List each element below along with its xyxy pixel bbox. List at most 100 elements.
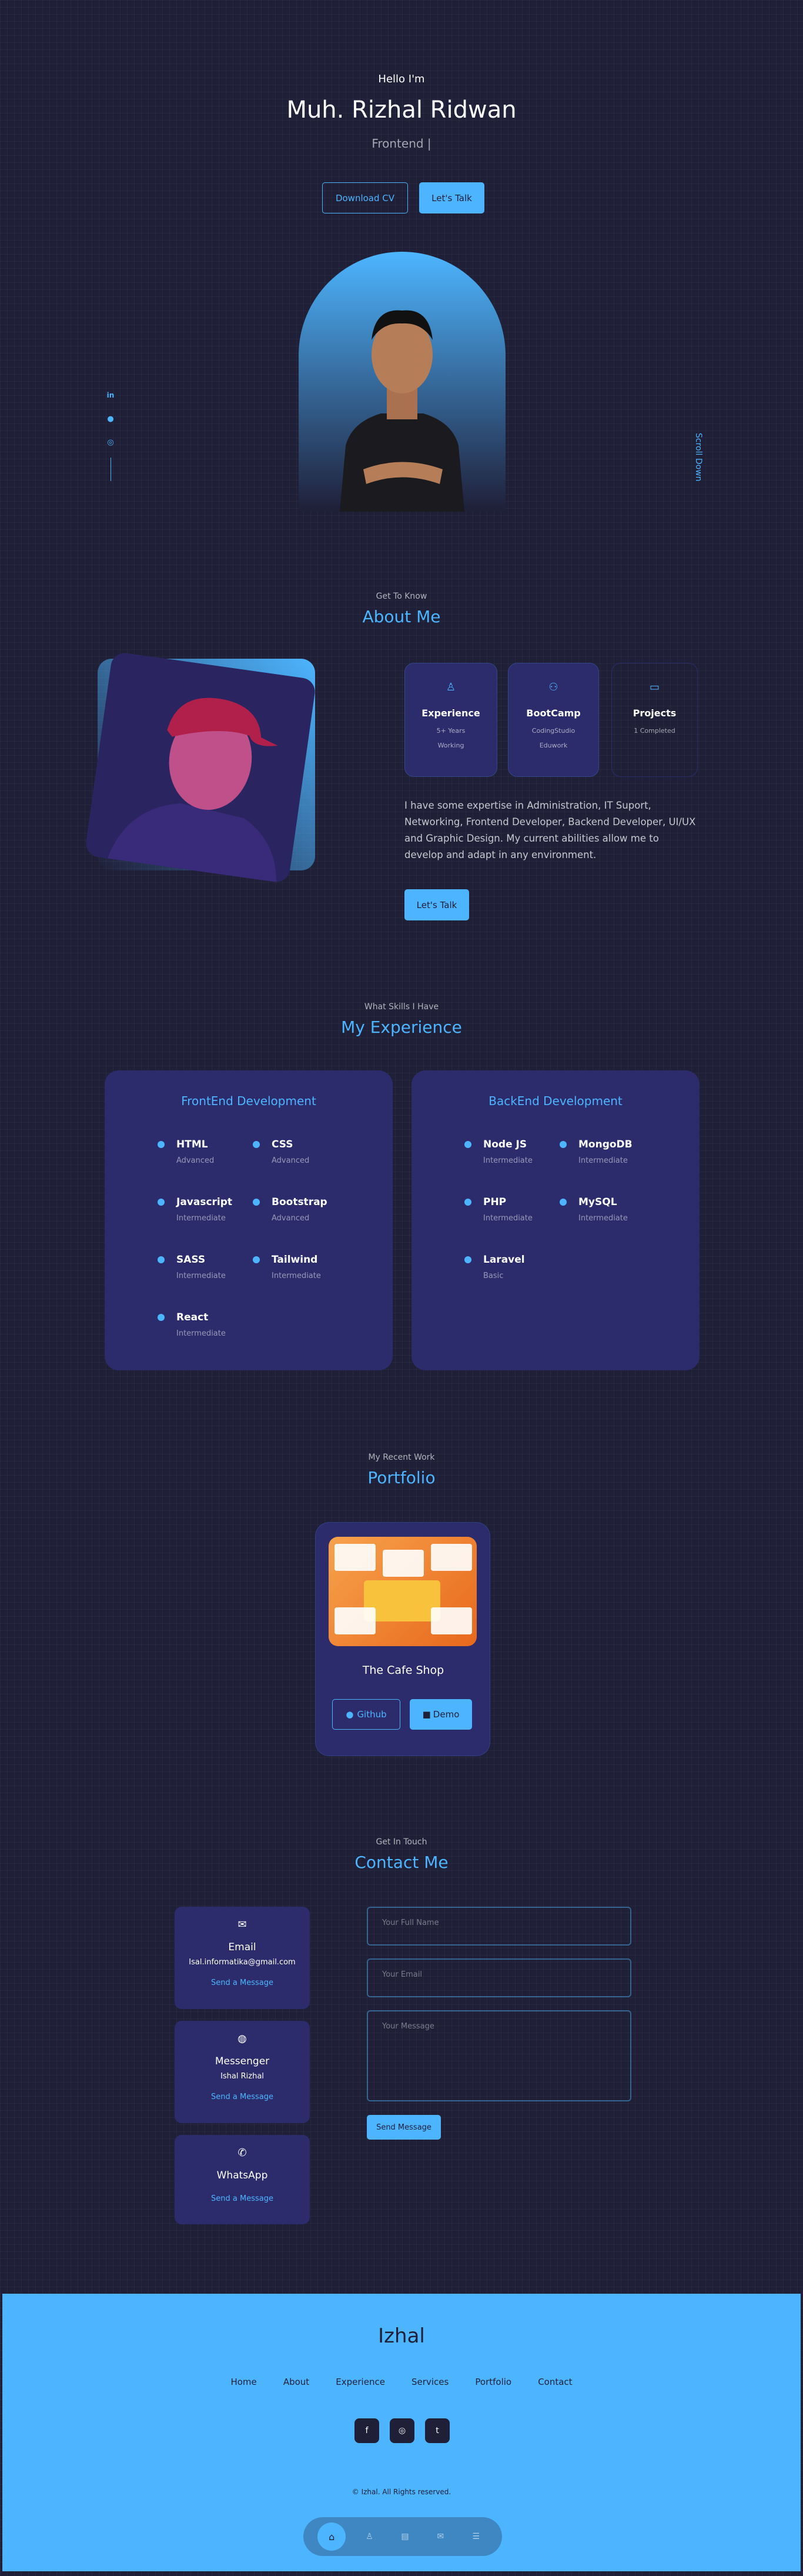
- scroll-down-link[interactable]: Scroll Down: [694, 433, 703, 503]
- backend-card: BackEnd Development Node JS Intermediate …: [411, 1070, 700, 1370]
- about-card-projects: ▭ Projects 1 Completed: [611, 663, 698, 777]
- skill-level: Advanced: [176, 1156, 215, 1165]
- video-icon: ■: [422, 1709, 431, 1720]
- list-icon[interactable]: ☰: [464, 2525, 488, 2548]
- footer-nav-contact[interactable]: Contact: [538, 2377, 572, 2387]
- contact-send-link[interactable]: Send a Message: [175, 2194, 310, 2203]
- folder-icon: ▭: [649, 681, 660, 693]
- skill-level: Intermediate: [176, 1214, 226, 1223]
- skill-name: MySQL: [578, 1196, 617, 1208]
- skill-item: MySQL Intermediate: [560, 1196, 672, 1223]
- footer-socials: f ◎ t: [354, 2418, 450, 2443]
- footer-nav-services[interactable]: Services: [411, 2377, 449, 2387]
- contact-send-link[interactable]: Send a Message: [175, 2093, 310, 2101]
- dribbble-icon[interactable]: ◎: [105, 435, 116, 449]
- skill-name: Laravel: [483, 1254, 525, 1266]
- about-card-title: BootCamp: [526, 708, 581, 719]
- footer-copyright: © Izhal. All Rights reserved.: [352, 2488, 451, 2496]
- skill-item: Laravel Basic: [464, 1254, 577, 1280]
- footer-nav-portfolio[interactable]: Portfolio: [475, 2377, 511, 2387]
- skill-level: Intermediate: [483, 1214, 533, 1223]
- skill-item: Tailwind Intermediate: [253, 1254, 366, 1280]
- contact-option-title: WhatsApp: [216, 2170, 268, 2181]
- twitter-icon[interactable]: t: [425, 2418, 450, 2443]
- footer-nav-about[interactable]: About: [283, 2377, 309, 2387]
- about-card-experience: ♙ Experience 5+ Years Working: [404, 663, 497, 777]
- skill-name: React: [176, 1312, 209, 1323]
- experience-title: My Experience: [341, 1017, 462, 1037]
- about-card-title: Experience: [421, 708, 480, 719]
- about-image: [84, 651, 317, 884]
- linkedin-icon[interactable]: in: [105, 388, 116, 402]
- bottom-nav: ⌂ ♙ ▤ ✉ ☰: [303, 2517, 502, 2556]
- send-message-button[interactable]: Send Message: [367, 2115, 441, 2140]
- about-card-line: CodingStudio: [531, 727, 576, 735]
- contact-option-email: ✉ Email Isal.informatika@gmail.com Send …: [175, 1907, 310, 2009]
- messenger-icon: ◍: [237, 2033, 247, 2045]
- instagram-icon[interactable]: ◎: [390, 2418, 414, 2443]
- contact-option-value: Isal.informatika@gmail.com: [189, 1958, 296, 1967]
- skill-level: Advanced: [272, 1156, 310, 1165]
- facebook-icon[interactable]: f: [354, 2418, 379, 2443]
- skill-item: Bootstrap Advanced: [253, 1196, 366, 1223]
- skill-item: React Intermediate: [158, 1312, 270, 1338]
- skill-level: Intermediate: [176, 1272, 226, 1280]
- contact-option-whatsapp: ✆ WhatsApp Send a Message: [175, 2135, 310, 2224]
- portfolio-title: Portfolio: [367, 1468, 436, 1487]
- github-label: Github: [357, 1709, 387, 1720]
- about-card-line: Working: [437, 742, 464, 749]
- footer-nav-home[interactable]: Home: [230, 2377, 256, 2387]
- about-card-line: 5+ Years: [436, 727, 466, 735]
- book-icon[interactable]: ▤: [393, 2525, 417, 2548]
- skill-level: Intermediate: [176, 1329, 226, 1338]
- portfolio-demo-button[interactable]: ■ Demo: [410, 1699, 472, 1730]
- backend-card-title: BackEnd Development: [489, 1094, 623, 1108]
- about-card-line: Eduwork: [539, 742, 568, 749]
- portfolio-item-title: The Cafe Shop: [362, 1664, 444, 1677]
- about-lets-talk-button[interactable]: Let's Talk: [404, 889, 469, 920]
- contact-option-messenger: ◍ Messenger Ishal Rizhal Send a Message: [175, 2021, 310, 2123]
- contact-send-link[interactable]: Send a Message: [175, 1978, 310, 1987]
- footer-nav-experience[interactable]: Experience: [336, 2377, 385, 2387]
- skill-level: Intermediate: [578, 1214, 628, 1223]
- portfolio-item: The Cafe Shop ● Github ■ Demo: [315, 1522, 490, 1756]
- download-cv-button[interactable]: Download CV: [322, 182, 408, 213]
- contact-option-title: Messenger: [215, 2056, 270, 2067]
- frontend-card-title: FrontEnd Development: [181, 1094, 316, 1108]
- portfolio-subtitle: My Recent Work: [368, 1453, 435, 1462]
- footer-nav: Home About Experience Services Portfolio…: [2, 2376, 801, 2387]
- about-card-line: 1 Completed: [634, 727, 675, 735]
- lets-talk-button[interactable]: Let's Talk: [419, 182, 484, 213]
- about-subtitle: Get To Know: [376, 592, 427, 601]
- whatsapp-icon: ✆: [237, 2147, 247, 2159]
- skill-level: Intermediate: [578, 1156, 628, 1165]
- skill-item: MongoDB Intermediate: [560, 1139, 672, 1165]
- message-textarea[interactable]: Your Message: [367, 2010, 631, 2101]
- contact-option-value: Ishal Rizhal: [220, 2072, 264, 2081]
- name-input[interactable]: Your Full Name: [367, 1907, 631, 1946]
- footer-logo[interactable]: Izhal: [2, 2324, 801, 2348]
- hero-photo: [299, 252, 506, 512]
- github-icon[interactable]: ●: [105, 412, 116, 426]
- experience-subtitle: What Skills I Have: [364, 1002, 439, 1012]
- skill-name: Tailwind: [272, 1254, 318, 1266]
- skill-item: CSS Advanced: [253, 1139, 366, 1165]
- skill-name: Bootstrap: [272, 1196, 327, 1208]
- portfolio-github-button[interactable]: ● Github: [332, 1699, 400, 1730]
- skill-name: MongoDB: [578, 1139, 633, 1150]
- contact-option-title: Email: [228, 1941, 256, 1953]
- about-card-title: Projects: [633, 708, 677, 719]
- contact-title: Contact Me: [354, 1853, 449, 1872]
- users-icon: ⚇: [548, 681, 558, 693]
- skill-level: Intermediate: [483, 1156, 533, 1165]
- hero-greeting: Hello I'm: [378, 73, 425, 85]
- home-icon[interactable]: ⌂: [317, 2522, 346, 2551]
- demo-label: Demo: [433, 1709, 460, 1720]
- award-icon: ♙: [446, 681, 456, 693]
- skill-level: Advanced: [272, 1214, 310, 1223]
- message-icon[interactable]: ✉: [429, 2525, 452, 2548]
- hero-role: Frontend |: [372, 136, 431, 151]
- user-icon[interactable]: ♙: [358, 2525, 382, 2548]
- email-input[interactable]: Your Email: [367, 1958, 631, 1997]
- frontend-card: FrontEnd Development HTML Advanced CSS Adv…: [105, 1070, 393, 1370]
